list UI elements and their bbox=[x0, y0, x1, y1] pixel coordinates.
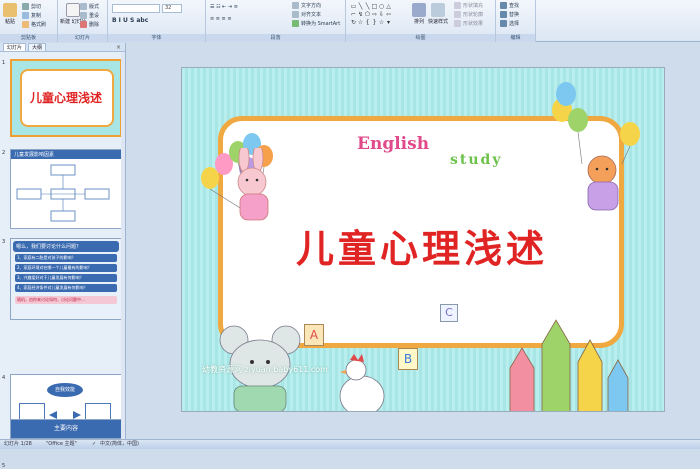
list-item: 4、家庭经济条件对儿童发展有何影响？ bbox=[15, 284, 117, 292]
shape-effects-button[interactable]: 形状效果 bbox=[454, 20, 483, 27]
list-item: 2、家庭环境对在哪一个儿童最有的影响？ bbox=[15, 264, 117, 272]
new-slide-icon bbox=[66, 3, 81, 17]
font-format-buttons[interactable]: B I U S abc bbox=[112, 17, 148, 24]
slide-thumbnail-2[interactable]: 儿童发展影响因素 bbox=[10, 149, 122, 229]
align-text-icon bbox=[292, 11, 299, 18]
reset-icon bbox=[80, 12, 87, 19]
panel-scrollbar[interactable] bbox=[121, 52, 125, 439]
font-name-combo[interactable] bbox=[112, 4, 160, 13]
copy-button[interactable]: 复制 bbox=[22, 12, 41, 19]
shape-fill-button[interactable]: 形状填充 bbox=[454, 2, 483, 9]
watermark: 幼教资源网 ziyuan.baby611.com bbox=[202, 365, 328, 374]
tab-outline[interactable]: 大纲 bbox=[28, 43, 47, 51]
group-label: 段落 bbox=[206, 34, 345, 42]
thumb-title: 儿童心理浅述 bbox=[29, 91, 102, 105]
theme-name: "Office 主题" bbox=[46, 441, 77, 447]
ribbon: 粘贴 剪切 复制 格式刷 剪贴板 新建 幻灯片 版式 重设 删除 幻灯片 32 … bbox=[0, 0, 700, 42]
quick-styles-button[interactable]: 快速样式 bbox=[428, 3, 448, 25]
thumb-diagram bbox=[16, 164, 110, 222]
select-button[interactable]: 选择 bbox=[500, 20, 519, 27]
reset-button[interactable]: 重设 bbox=[80, 12, 99, 19]
quick-styles-icon bbox=[431, 3, 445, 17]
copy-icon bbox=[22, 12, 29, 19]
thumb-title: 儿童发展影响因素 bbox=[11, 150, 121, 159]
list-buttons[interactable]: ☰ ☷ ⇤ ⇥ ≡ bbox=[210, 4, 238, 10]
fill-icon bbox=[454, 2, 461, 9]
text-direction-icon bbox=[292, 2, 299, 9]
slide-number: 5 bbox=[2, 463, 6, 469]
cut-button[interactable]: 剪切 bbox=[22, 3, 41, 10]
group-label: 编辑 bbox=[496, 34, 535, 42]
font-size-combo[interactable]: 32 bbox=[162, 4, 182, 13]
layout-button[interactable]: 版式 bbox=[80, 3, 99, 10]
shapes-gallery[interactable]: ▭ ╲ ╲ □ ○ △ ⌐ ↯ ⬠ ⇨ ⇩ ⇦ ↻ ☆{} ☆ ▾ bbox=[350, 3, 394, 27]
slide-number: 1 bbox=[2, 60, 6, 66]
find-icon bbox=[500, 2, 507, 9]
replace-button[interactable]: 替换 bbox=[500, 11, 519, 18]
tab-slides[interactable]: 幻灯片 bbox=[3, 43, 27, 51]
slides-group: 新建 幻灯片 版式 重设 删除 幻灯片 bbox=[58, 0, 108, 42]
text-direction-button[interactable]: 文字方向 bbox=[292, 2, 321, 9]
delete-icon bbox=[80, 21, 87, 28]
group-label: 字体 bbox=[108, 34, 205, 42]
slide-number: 4 bbox=[2, 375, 6, 381]
layout-icon bbox=[80, 3, 87, 10]
thumb-title: 嗯么，我们要讨论什么问题？ bbox=[13, 241, 119, 252]
thumb-note: 随机，由你来讨论如何，讨论问题中... bbox=[15, 296, 117, 304]
balloons-right bbox=[552, 82, 640, 211]
paste-button[interactable]: 粘贴 bbox=[3, 3, 17, 25]
find-button[interactable]: 查找 bbox=[500, 2, 519, 9]
drawing-group: ▭ ╲ ╲ □ ○ △ ⌐ ↯ ⬠ ⇨ ⇩ ⇦ ↻ ☆{} ☆ ▾ 排列 快速样式 形状填充 形状轮廓 形… bbox=[346, 0, 496, 42]
list-item: 3、兴趣爱好对于儿童发展有何影响？ bbox=[15, 274, 117, 282]
panel-tabs: 幻灯片 大纲 × bbox=[0, 43, 125, 52]
thumb-title: 主要内容 bbox=[53, 425, 78, 432]
current-slide[interactable]: English study 儿童心理浅述 C A B 幼教资源网 ziyuan.… bbox=[181, 67, 665, 412]
close-icon[interactable]: × bbox=[116, 44, 121, 51]
effects-icon bbox=[454, 20, 461, 27]
smartart-button[interactable]: 转换为 SmartArt bbox=[292, 20, 340, 27]
list-item: 1、家庭有二胎是对孩子的影响？ bbox=[15, 254, 117, 262]
slide-count: 幻灯片 1/28 bbox=[4, 441, 32, 447]
pencils-illustration bbox=[509, 319, 629, 411]
clipboard-group: 粘贴 剪切 复制 格式刷 剪贴板 bbox=[0, 0, 58, 42]
language: 中文(简体，中国) bbox=[100, 441, 139, 447]
slide-number: 2 bbox=[2, 150, 6, 156]
slide-thumbnail-1[interactable]: 儿童心理浅述 bbox=[10, 59, 122, 137]
study-heading: study bbox=[450, 152, 503, 168]
align-buttons[interactable]: ≡ ≡ ≡ ≡ bbox=[210, 16, 232, 22]
group-label: 剪贴板 bbox=[0, 34, 57, 42]
chicken-illustration bbox=[339, 354, 385, 411]
align-text-button[interactable]: 对齐文本 bbox=[292, 11, 321, 18]
english-heading: English bbox=[357, 134, 430, 154]
arrange-icon bbox=[412, 3, 426, 17]
slides-panel: 幻灯片 大纲 × 1 儿童心理浅述 2 儿童发展影响因素 3 嗯么，我们要讨论什… bbox=[0, 43, 126, 469]
status-bar: 幻灯片 1/28 "Office 主题" ✓ 中文(简体，中国) bbox=[0, 439, 700, 449]
paste-icon bbox=[3, 3, 17, 17]
scissors-icon bbox=[22, 3, 29, 10]
arrange-button[interactable]: 排列 bbox=[412, 3, 426, 25]
letter-block-c: C bbox=[440, 304, 458, 322]
font-group: 32 B I U S abc 字体 bbox=[108, 0, 206, 42]
slide-thumbnail-3[interactable]: 嗯么，我们要讨论什么问题？ 1、家庭有二胎是对孩子的影响？ 2、家庭环境对在哪一… bbox=[10, 238, 122, 320]
group-label: 绘图 bbox=[346, 34, 495, 42]
shape-outline-button[interactable]: 形状轮廓 bbox=[454, 11, 483, 18]
replace-icon bbox=[500, 11, 507, 18]
smartart-icon bbox=[292, 20, 299, 27]
format-painter-button[interactable]: 格式刷 bbox=[22, 21, 46, 28]
slide-number: 3 bbox=[2, 239, 6, 245]
editing-group: 查找 替换 选择 编辑 bbox=[496, 0, 536, 42]
slide-title: 儿童心理浅述 bbox=[295, 226, 548, 271]
slide-editor: English study 儿童心理浅述 C A B 幼教资源网 ziyuan.… bbox=[127, 43, 700, 439]
delete-button[interactable]: 删除 bbox=[80, 21, 99, 28]
group-label: 幻灯片 bbox=[58, 34, 107, 42]
brush-icon bbox=[22, 21, 29, 28]
select-icon bbox=[500, 20, 507, 27]
outline-icon bbox=[454, 11, 461, 18]
rabbit-illustration bbox=[237, 148, 269, 221]
paragraph-group: ☰ ☷ ⇤ ⇥ ≡ ≡ ≡ ≡ ≡ 文字方向 对齐文本 转换为 SmartArt… bbox=[206, 0, 346, 42]
slide-thumbnail-5[interactable]: 主要内容 bbox=[10, 419, 122, 439]
language-check-icon[interactable]: ✓ bbox=[92, 440, 96, 449]
